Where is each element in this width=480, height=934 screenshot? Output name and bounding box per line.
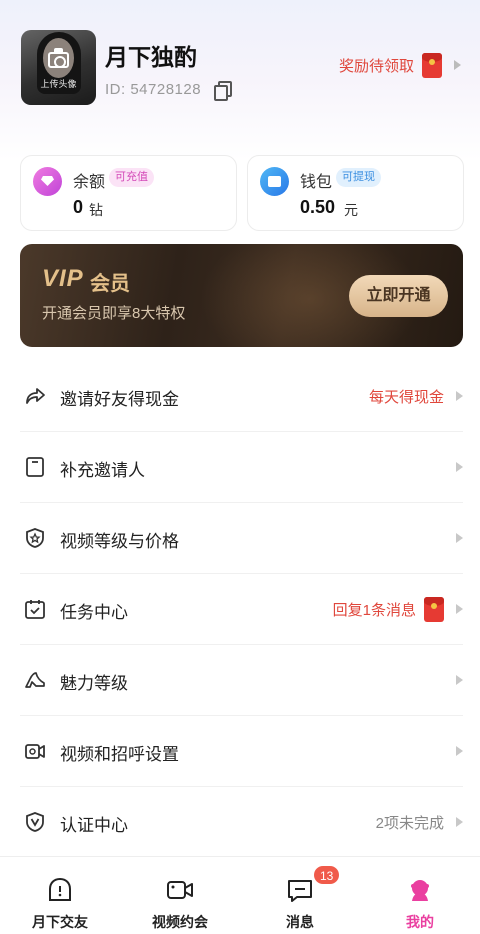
video-settings-icon bbox=[25, 744, 45, 759]
withdraw-badge: 可提现 bbox=[336, 168, 381, 187]
calendar-check-icon bbox=[25, 600, 45, 619]
menu-item-video-greeting-settings[interactable]: 视频和招呼设置 bbox=[20, 716, 463, 787]
vip-title: 会员 bbox=[90, 273, 130, 295]
menu-right: 回复1条消息 bbox=[333, 594, 463, 624]
wallet-amount: 0.50 bbox=[300, 197, 336, 217]
share-icon bbox=[26, 388, 45, 404]
menu-right bbox=[444, 736, 463, 766]
chevron-right-icon bbox=[456, 675, 463, 685]
upload-avatar-label: 上传头像 bbox=[40, 79, 77, 89]
nickname: 月下独酌 bbox=[105, 44, 197, 70]
menu-item-charm-level[interactable]: 魅力等级 bbox=[20, 645, 463, 716]
menu-label: 魅力等级 bbox=[60, 674, 128, 693]
profile-header: 上传头像 月下独酌 ID: 54728128 奖励待领取 bbox=[21, 30, 461, 106]
menu-item-invite-friends[interactable]: 邀请好友得现金 每天得现金 bbox=[20, 361, 463, 432]
chevron-right-icon bbox=[456, 533, 463, 543]
menu-item-task-center[interactable]: 任务中心 回复1条消息 bbox=[20, 574, 463, 645]
camera-icon bbox=[48, 48, 69, 68]
balance-amount: 0 bbox=[73, 197, 84, 217]
copy-icon[interactable] bbox=[214, 81, 232, 101]
open-vip-button[interactable]: 立即开通 bbox=[349, 275, 448, 317]
chevron-right-icon bbox=[456, 746, 463, 756]
tab-label: 消息 bbox=[286, 914, 314, 930]
balance-card[interactable]: 余额 可充值 0 钻 bbox=[20, 155, 237, 231]
high-heel-icon bbox=[25, 672, 45, 688]
menu-right bbox=[444, 523, 463, 553]
reward-label: 奖励待领取 bbox=[338, 57, 414, 75]
vip-logo: VIP bbox=[42, 265, 84, 292]
recharge-badge: 可充值 bbox=[109, 168, 154, 187]
home-icon bbox=[49, 877, 71, 901]
chevron-right-icon bbox=[456, 462, 463, 472]
star-shield-icon bbox=[26, 528, 44, 548]
menu-right: 每天得现金 bbox=[369, 381, 463, 411]
menu-label: 视频和招呼设置 bbox=[60, 745, 179, 764]
bookmark-icon bbox=[26, 457, 44, 477]
reward-pending-link[interactable]: 奖励待领取 bbox=[339, 52, 461, 78]
bottom-tab-bar: 月下交友 视频约会 消息 我的 13 bbox=[0, 856, 480, 934]
menu-label: 认证中心 bbox=[60, 816, 128, 835]
menu-right bbox=[444, 665, 463, 695]
menu-hint: 每天得现金 bbox=[368, 388, 444, 406]
menu-hint: 2项未完成 bbox=[375, 814, 444, 832]
wallet-card[interactable]: 钱包 可提现 0.50 元 bbox=[247, 155, 464, 231]
tab-label: 月下交友 bbox=[32, 914, 88, 930]
unread-message-badge: 13 bbox=[313, 865, 341, 885]
diamond-icon bbox=[33, 167, 62, 196]
chevron-right-icon bbox=[456, 817, 463, 827]
profile-icon bbox=[411, 880, 429, 901]
menu-right bbox=[444, 452, 463, 482]
menu-item-add-inviter[interactable]: 补充邀请人 bbox=[20, 432, 463, 503]
chevron-right-icon bbox=[456, 604, 463, 614]
avatar[interactable]: 上传头像 bbox=[21, 30, 96, 105]
menu-label: 任务中心 bbox=[60, 603, 128, 622]
balance-label: 余额 bbox=[73, 174, 106, 191]
menu-label: 视频等级与价格 bbox=[60, 532, 179, 551]
vip-description: 开通会员即享8大特权 bbox=[42, 305, 186, 322]
tab-label: 我的 bbox=[406, 914, 434, 930]
chevron-right-icon bbox=[456, 391, 463, 401]
menu-label: 邀请好友得现金 bbox=[60, 390, 179, 409]
video-camera-icon bbox=[167, 881, 193, 899]
tab-messages[interactable]: 消息 bbox=[240, 857, 360, 934]
red-envelope-icon bbox=[422, 52, 442, 78]
balance-unit: 钻 bbox=[89, 202, 103, 218]
user-id: ID: 54728128 bbox=[105, 81, 202, 98]
verified-shield-icon bbox=[26, 812, 44, 832]
tab-dating[interactable]: 月下交友 bbox=[0, 857, 120, 934]
vip-banner[interactable]: VIP 会员 开通会员即享8大特权 立即开通 bbox=[20, 244, 463, 347]
wallet-icon bbox=[260, 167, 289, 196]
wallet-label: 钱包 bbox=[300, 174, 333, 191]
tab-me[interactable]: 我的 bbox=[360, 857, 480, 934]
menu-label: 补充邀请人 bbox=[60, 461, 145, 480]
wallet-unit: 元 bbox=[344, 202, 358, 218]
menu-hint: 回复1条消息 bbox=[332, 601, 416, 619]
tab-video-date[interactable]: 视频约会 bbox=[120, 857, 240, 934]
settings-menu: 邀请好友得现金 每天得现金 补充邀请人 视频等级与价格 任务中心 回复1条消息 … bbox=[20, 361, 463, 858]
tab-label: 视频约会 bbox=[152, 914, 208, 930]
red-envelope-icon bbox=[424, 596, 444, 622]
wallet-cards: 余额 可充值 0 钻 钱包 可提现 0.50 元 bbox=[20, 155, 464, 231]
menu-item-verification-center[interactable]: 认证中心 2项未完成 bbox=[20, 787, 463, 858]
chevron-right-icon bbox=[454, 60, 461, 70]
menu-item-video-level-price[interactable]: 视频等级与价格 bbox=[20, 503, 463, 574]
message-icon bbox=[288, 880, 312, 902]
menu-right: 2项未完成 bbox=[376, 807, 463, 837]
